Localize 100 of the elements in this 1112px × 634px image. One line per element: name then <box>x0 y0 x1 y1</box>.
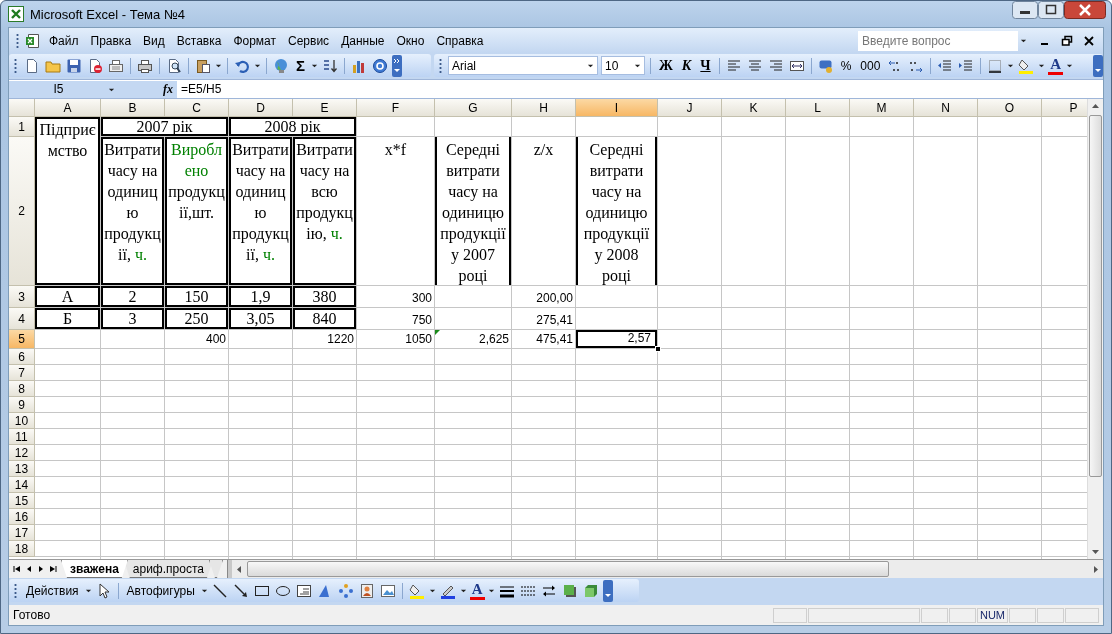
row-header[interactable]: 13 <box>9 461 35 477</box>
row-header[interactable]: 4 <box>9 308 35 330</box>
row-header[interactable]: 17 <box>9 525 35 541</box>
close-icon[interactable] <box>1083 34 1095 47</box>
table-cell: Вироблено продукції,шт. <box>165 137 229 286</box>
row-header[interactable]: 9 <box>9 397 35 413</box>
row-header[interactable]: 11 <box>9 429 35 445</box>
menu-item[interactable]: Формат <box>228 31 282 50</box>
row-header[interactable]: 15 <box>9 493 35 509</box>
actions-menu[interactable]: Действия <box>23 580 82 601</box>
sum-button[interactable]: Σ <box>293 55 308 76</box>
row-header[interactable]: 2 <box>9 137 35 286</box>
bold-button[interactable]: Ж <box>656 55 676 76</box>
toolbar-options-icon[interactable] <box>1093 54 1103 77</box>
column-header[interactable]: C <box>165 99 229 117</box>
menu-item[interactable]: Вставка <box>171 31 227 50</box>
caret-icon[interactable] <box>1007 62 1015 69</box>
row-header[interactable]: 10 <box>9 413 35 429</box>
caret-icon[interactable] <box>428 587 436 594</box>
caret-icon[interactable] <box>84 587 92 594</box>
caret-icon[interactable] <box>215 62 222 69</box>
menu-item[interactable]: Справка <box>431 31 489 50</box>
font-size-field[interactable]: 10 <box>601 56 645 75</box>
status-panel <box>1065 607 1099 623</box>
status-panel <box>1037 607 1064 623</box>
column-header[interactable]: D <box>229 99 293 117</box>
table-cell: Витрати часу на одиницю продукції, ч. <box>229 137 293 286</box>
column-header[interactable]: F <box>357 99 435 117</box>
caret-icon[interactable] <box>254 62 261 69</box>
status-panel <box>1009 607 1036 623</box>
table-cell: 150 <box>165 286 229 308</box>
formula-field[interactable]: =E5/H5 <box>177 82 222 96</box>
thousands-button[interactable]: 000 <box>857 55 884 76</box>
row-header[interactable]: 1 <box>9 117 35 137</box>
underline-button[interactable]: Ч <box>697 55 714 76</box>
table-cell: Витрати часу на всю продукцію, ч. <box>293 137 357 286</box>
table-cell: Середні витрати часу на одиницю продукції у 2008 році <box>576 137 658 286</box>
vertical-scrollbar[interactable] <box>1087 99 1103 559</box>
menu-item[interactable]: Правка <box>85 31 137 50</box>
row-header[interactable]: 5 <box>9 330 35 349</box>
first-sheet-icon[interactable] <box>12 564 22 574</box>
column-header[interactable]: I <box>576 99 658 117</box>
toolbar-options-icon[interactable] <box>392 54 402 77</box>
row-header[interactable]: 18 <box>9 541 35 557</box>
help-search-field[interactable]: Введите вопрос <box>858 30 1018 51</box>
font-color-button[interactable]: A <box>1048 56 1064 75</box>
column-header[interactable]: M <box>850 99 914 117</box>
column-header[interactable]: A <box>35 99 101 117</box>
italic-button[interactable]: К <box>678 55 695 76</box>
name-box[interactable]: I5 <box>9 80 121 98</box>
row-header[interactable]: 12 <box>9 445 35 461</box>
autoshapes-menu[interactable]: Автофигуры <box>123 580 198 601</box>
table-cell: 3,05 <box>229 308 293 330</box>
horizontal-scrollbar[interactable] <box>231 560 1103 578</box>
last-sheet-icon[interactable] <box>48 564 58 574</box>
menu-item[interactable]: Окно <box>391 31 430 50</box>
toolbar-options-icon[interactable] <box>602 579 613 602</box>
column-header[interactable]: L <box>786 99 850 117</box>
column-header[interactable]: P <box>1042 99 1087 117</box>
row-header[interactable]: 16 <box>9 509 35 525</box>
caret-icon[interactable] <box>311 62 318 69</box>
menu-item[interactable]: Данные <box>336 31 390 50</box>
insert-function-button[interactable]: fx <box>163 81 173 97</box>
caret-icon[interactable] <box>1020 37 1027 44</box>
maximize-button[interactable] <box>1038 1 1064 19</box>
menu-item[interactable]: Вид <box>138 31 170 50</box>
row-header[interactable]: 14 <box>9 477 35 493</box>
table-cell: 380 <box>293 286 357 308</box>
column-header[interactable]: B <box>101 99 165 117</box>
table-cell: Б <box>35 308 101 330</box>
column-header[interactable]: G <box>435 99 512 117</box>
row-header[interactable]: 3 <box>9 286 35 308</box>
row-header[interactable]: 8 <box>9 381 35 397</box>
column-header[interactable]: K <box>722 99 786 117</box>
column-header[interactable]: J <box>658 99 722 117</box>
table-cell: 840 <box>293 308 357 330</box>
workbook-icon[interactable] <box>24 31 42 50</box>
table-cell: Підприємство <box>35 117 101 286</box>
menu-item[interactable]: Файл <box>44 31 84 50</box>
font-color-button[interactable]: A <box>469 581 485 600</box>
font-name-field[interactable]: Arial <box>448 56 598 75</box>
caret-icon[interactable] <box>1066 62 1074 69</box>
caret-icon[interactable] <box>487 587 495 594</box>
column-header[interactable]: E <box>293 99 357 117</box>
minimize-button[interactable] <box>1012 1 1038 19</box>
window-title: Microsoft Excel - Тема №4 <box>30 6 186 22</box>
caret-icon[interactable] <box>459 587 467 594</box>
close-button[interactable] <box>1064 1 1106 19</box>
sheet-tab[interactable]: зважена <box>61 560 128 578</box>
menu-item[interactable]: Сервис <box>283 31 335 50</box>
column-header[interactable]: N <box>914 99 978 117</box>
percent-button[interactable]: % <box>837 55 855 76</box>
diagram-icon[interactable] <box>336 581 355 600</box>
restore-icon[interactable] <box>1061 34 1073 47</box>
column-header[interactable]: O <box>978 99 1042 117</box>
row-header[interactable]: 6 <box>9 349 35 365</box>
caret-icon[interactable] <box>200 587 208 594</box>
column-header[interactable]: H <box>512 99 576 117</box>
caret-icon[interactable] <box>1038 62 1046 69</box>
row-header[interactable]: 7 <box>9 365 35 381</box>
